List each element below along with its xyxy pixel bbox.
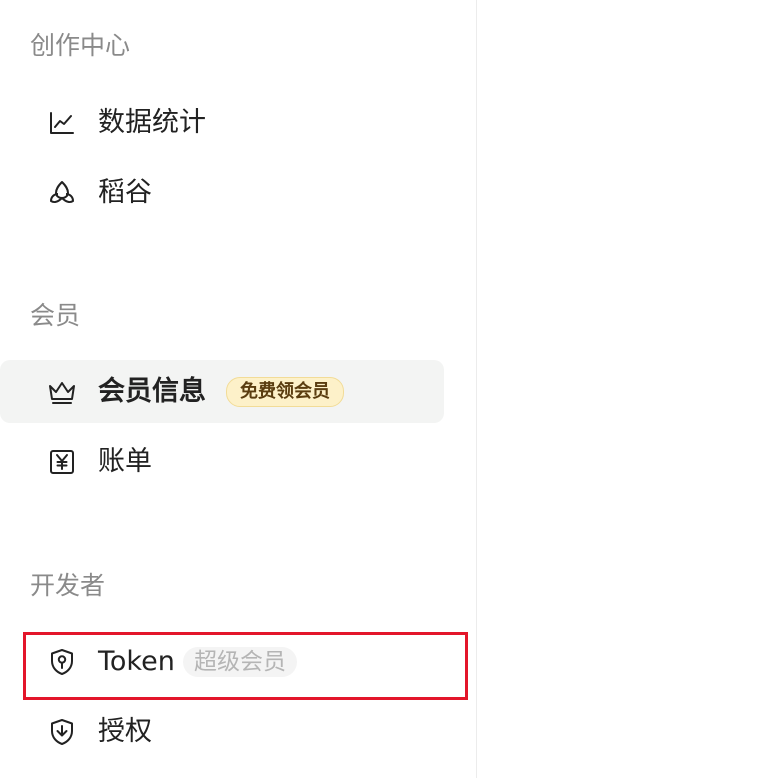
section-title-membership: 会员	[30, 301, 81, 330]
sidebar-item-bill[interactable]: 账单	[0, 430, 444, 493]
line-chart-icon	[47, 108, 77, 138]
sidebar-item-label: 稻谷	[98, 176, 152, 208]
sidebar-item-label: 账单	[98, 445, 152, 477]
sidebar-item-label: 授权	[98, 715, 152, 747]
section-title-developer: 开发者	[30, 571, 106, 600]
yuan-bill-icon	[47, 447, 77, 477]
crown-icon	[47, 377, 77, 407]
main-content	[478, 0, 760, 778]
grain-icon	[47, 178, 77, 208]
authorize-shield-icon	[47, 717, 77, 747]
sidebar-item-statistics[interactable]: 数据统计	[0, 91, 444, 154]
token-highlight-box	[23, 632, 468, 700]
section-title-creation: 创作中心	[30, 31, 131, 60]
sidebar-item-label: 会员信息	[98, 375, 206, 407]
sidebar-item-member-info[interactable]: 会员信息 免费领会员	[0, 360, 444, 423]
sidebar-item-grain[interactable]: 稻谷	[0, 161, 444, 224]
free-membership-badge[interactable]: 免费领会员	[226, 376, 344, 407]
sidebar-item-label: 数据统计	[98, 106, 206, 138]
sidebar-item-authorize[interactable]: 授权	[0, 700, 444, 763]
